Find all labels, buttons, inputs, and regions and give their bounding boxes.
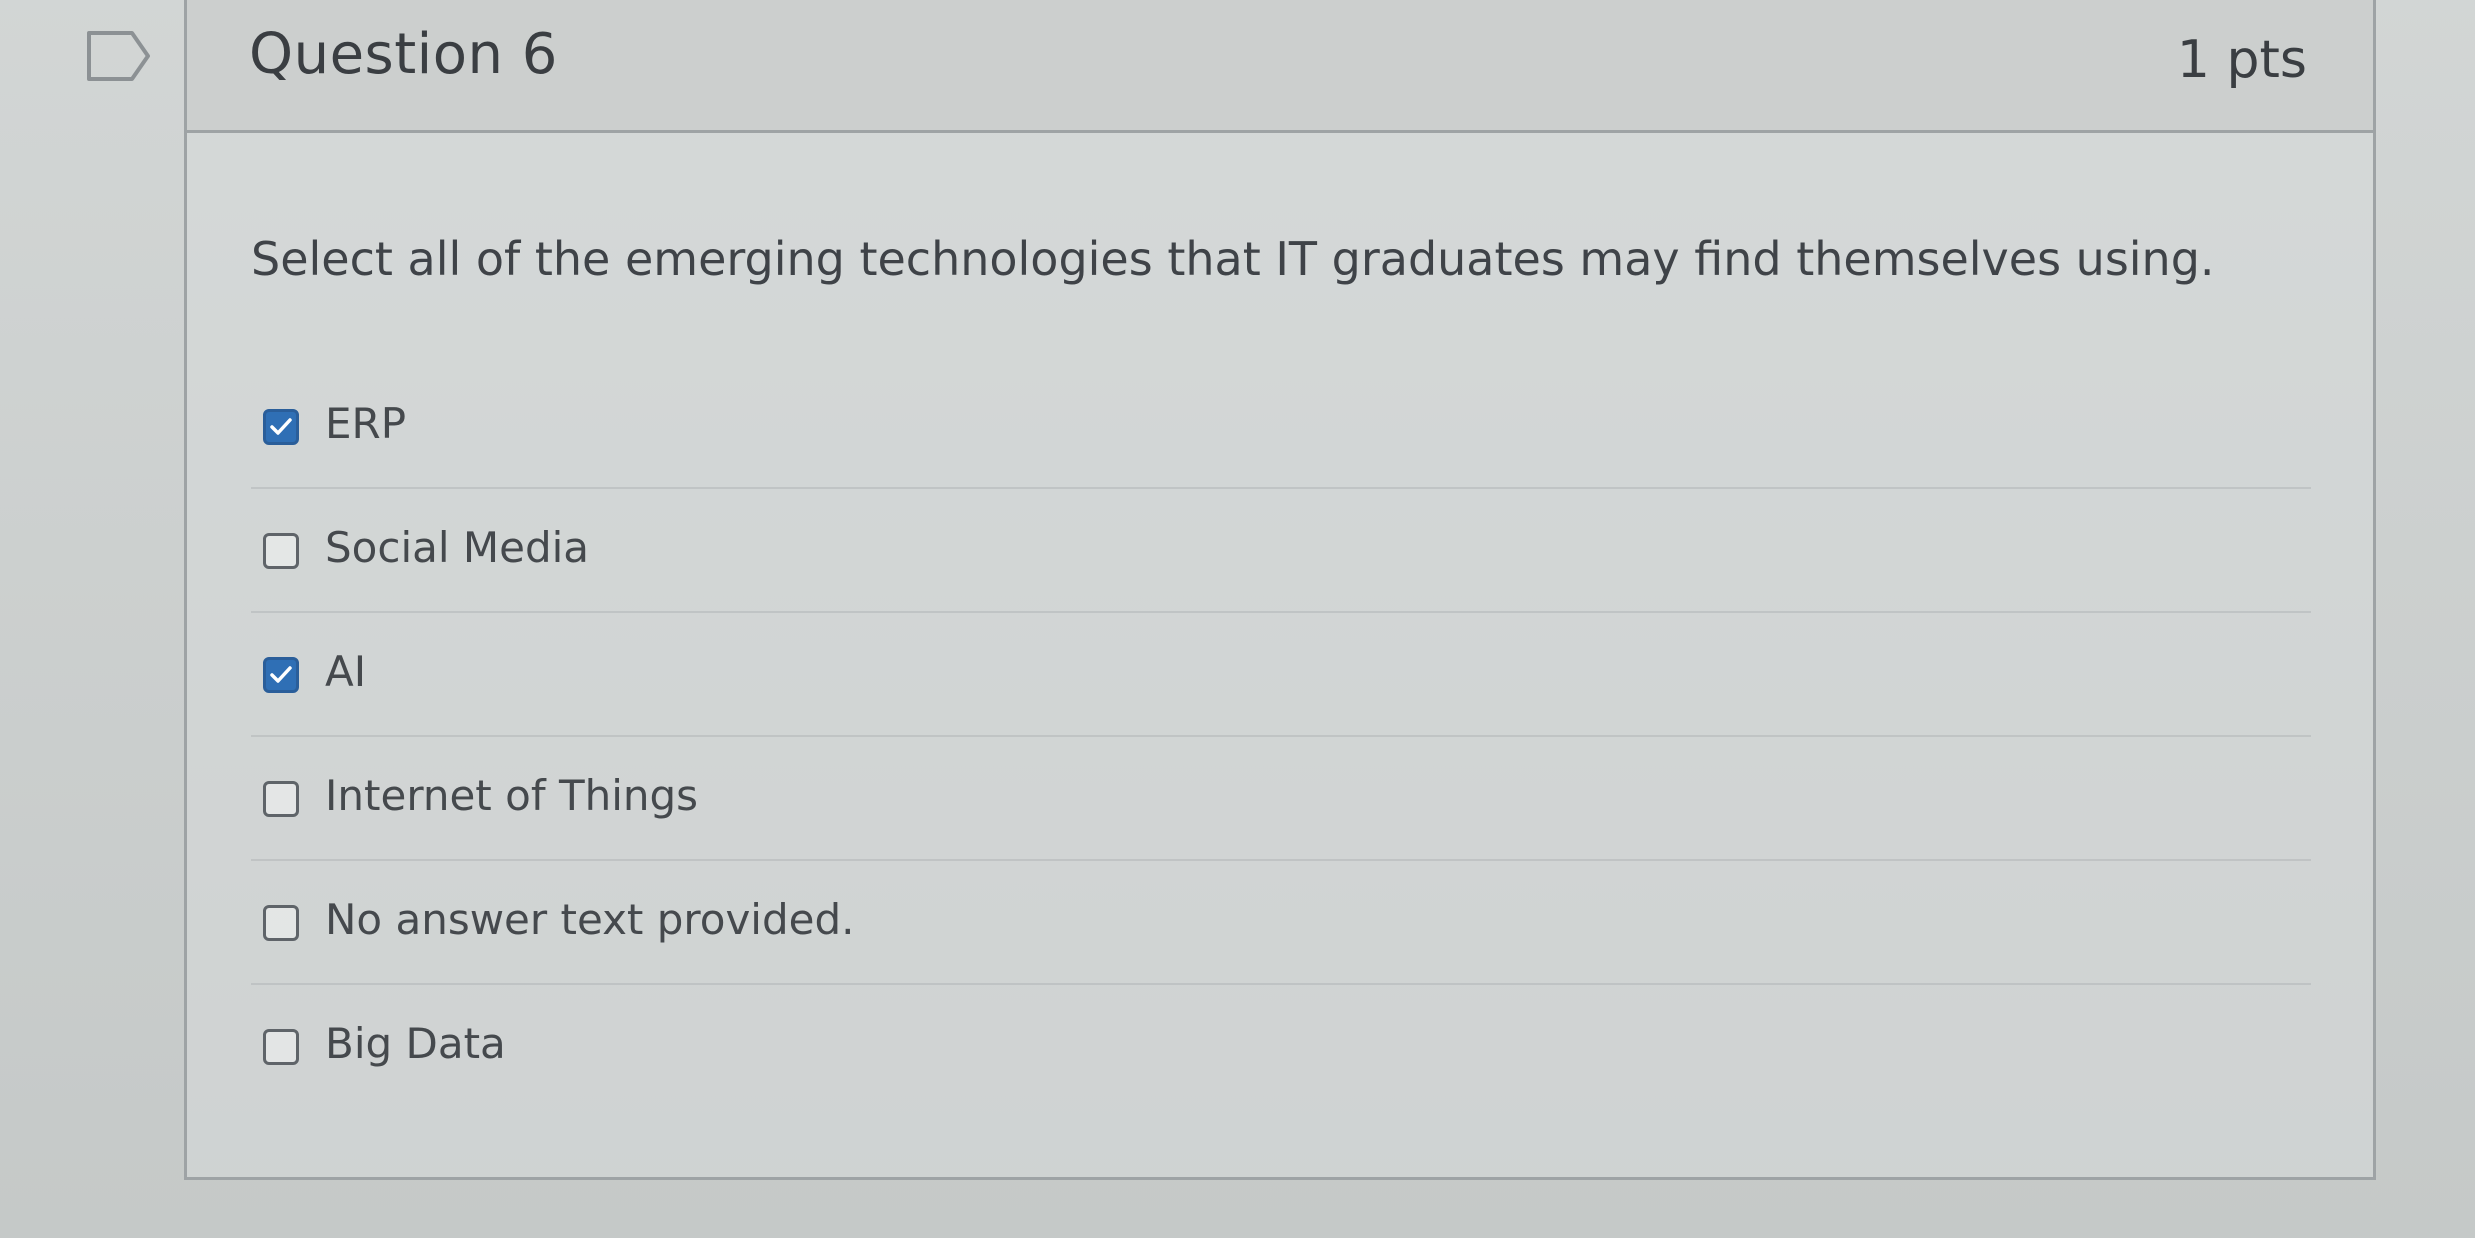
answer-option[interactable]: Internet of Things <box>251 737 2311 861</box>
answer-checkbox[interactable] <box>263 905 299 941</box>
answer-option[interactable]: No answer text provided. <box>251 861 2311 985</box>
answer-label: Internet of Things <box>325 771 699 820</box>
quiz-page: Question 6 1 pts Select all of the emerg… <box>0 0 2475 1238</box>
question-card: Question 6 1 pts Select all of the emerg… <box>184 0 2376 1180</box>
answer-checkbox[interactable] <box>263 657 299 693</box>
answer-list: ERP Social Media AI Internet of Things N… <box>251 365 2311 1109</box>
answer-label: No answer text provided. <box>325 895 855 944</box>
question-text: Select all of the emerging technologies … <box>251 232 2215 286</box>
answer-label: Social Media <box>325 523 590 572</box>
question-points: 1 pts <box>2176 30 2307 90</box>
question-header: Question 6 1 pts <box>187 0 2373 133</box>
answer-checkbox[interactable] <box>263 409 299 445</box>
flag-icon[interactable] <box>86 30 152 82</box>
checkmark-icon <box>270 418 292 435</box>
answer-checkbox[interactable] <box>263 533 299 569</box>
answer-label: Big Data <box>325 1019 506 1068</box>
answer-label: ERP <box>325 399 407 448</box>
answer-checkbox[interactable] <box>263 1029 299 1065</box>
answer-label: AI <box>325 647 367 696</box>
answer-option[interactable]: ERP <box>251 365 2311 489</box>
answer-option[interactable]: Social Media <box>251 489 2311 613</box>
question-title: Question 6 <box>249 22 558 87</box>
answer-option[interactable]: Big Data <box>251 985 2311 1109</box>
checkmark-icon <box>270 666 292 683</box>
answer-option[interactable]: AI <box>251 613 2311 737</box>
answer-checkbox[interactable] <box>263 781 299 817</box>
